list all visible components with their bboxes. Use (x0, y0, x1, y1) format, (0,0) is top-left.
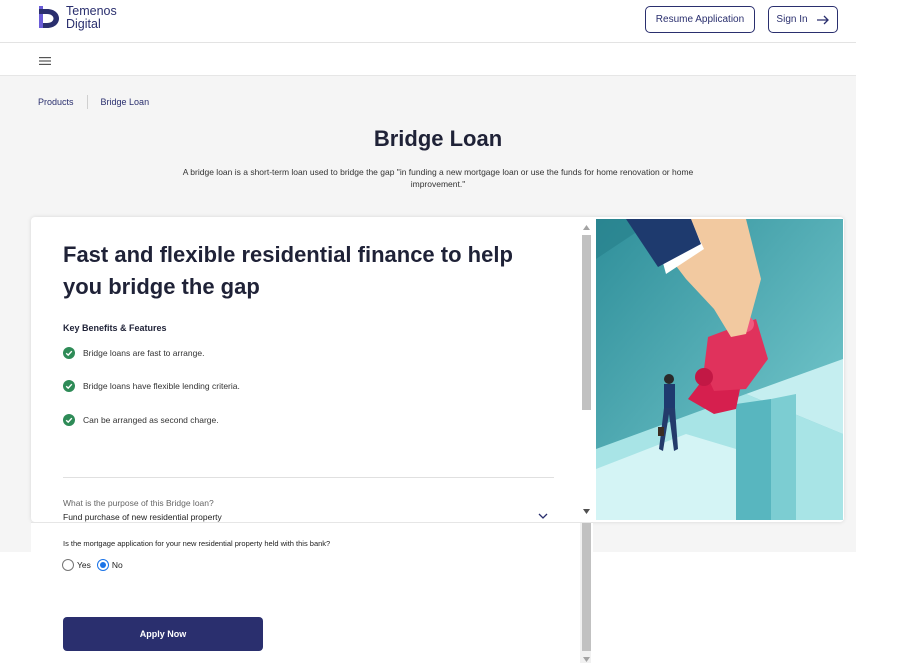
breadcrumb-item-bridge-loan[interactable]: Bridge Loan (101, 97, 150, 107)
benefit-item: Bridge loans are fast to arrange. (63, 347, 204, 359)
radio-no-label: No (111, 560, 123, 570)
product-card: Fast and flexible residential finance to… (31, 217, 844, 522)
brand-name: Temenos Digital (66, 5, 117, 31)
hero-illustration (596, 219, 843, 520)
purpose-label: What is the purpose of this Bridge loan? (63, 498, 214, 508)
radio-yes[interactable] (62, 559, 74, 571)
check-circle-icon (63, 414, 75, 426)
mortgage-radio-group: Yes No (62, 559, 123, 571)
application-form-panel: Is the mortgage application for your new… (31, 522, 593, 663)
section-divider (63, 477, 554, 478)
scroll-up-icon[interactable] (583, 225, 590, 230)
radio-yes-label: Yes (77, 560, 91, 570)
card-title: Fast and flexible residential finance to… (63, 242, 513, 299)
sign-in-label: Sign In (776, 14, 808, 25)
resume-application-button[interactable]: Resume Application (645, 6, 755, 33)
page-title: Bridge Loan (373, 126, 503, 151)
benefit-text: Bridge loans are fast to arrange. (83, 348, 205, 358)
apply-now-button[interactable]: Apply Now (63, 617, 263, 651)
scrollbar-thumb[interactable] (582, 235, 591, 410)
scroll-down-icon[interactable] (583, 657, 590, 662)
benefit-text: Can be arranged as second charge. (83, 415, 219, 425)
check-circle-icon (63, 380, 75, 392)
breadcrumb-item-products[interactable]: Products (38, 97, 74, 107)
purpose-select[interactable]: Fund purchase of new residential propert… (63, 512, 222, 522)
arrow-right-icon (816, 15, 829, 24)
brand-name-line2: Digital (66, 17, 101, 31)
sub-navigation-bar (0, 43, 856, 76)
page-description: A bridge loan is a short-term loan used … (182, 167, 694, 189)
radio-no[interactable] (96, 559, 109, 571)
mortgage-question-label: Is the mortgage application for your new… (63, 539, 331, 548)
check-circle-icon (63, 347, 75, 359)
breadcrumb-separator (86, 95, 88, 109)
benefit-item: Can be arranged as second charge. (63, 414, 219, 426)
brand-logo[interactable]: Temenos Digital (37, 5, 117, 31)
scroll-down-icon[interactable] (583, 509, 590, 514)
breadcrumb: Products Bridge Loan (38, 95, 149, 109)
top-header: Temenos Digital Resume Application Sign … (0, 0, 856, 43)
hamburger-menu-icon[interactable] (39, 57, 51, 65)
logo-mark-icon (39, 6, 59, 28)
benefit-text: Bridge loans have flexible lending crite… (83, 381, 240, 391)
chevron-down-icon[interactable] (538, 513, 548, 520)
sign-in-button[interactable]: Sign In (768, 6, 838, 33)
benefits-heading: Key Benefits & Features (63, 323, 167, 333)
form-scrollbar-thumb[interactable] (582, 523, 591, 651)
benefit-item: Bridge loans have flexible lending crite… (63, 380, 240, 392)
